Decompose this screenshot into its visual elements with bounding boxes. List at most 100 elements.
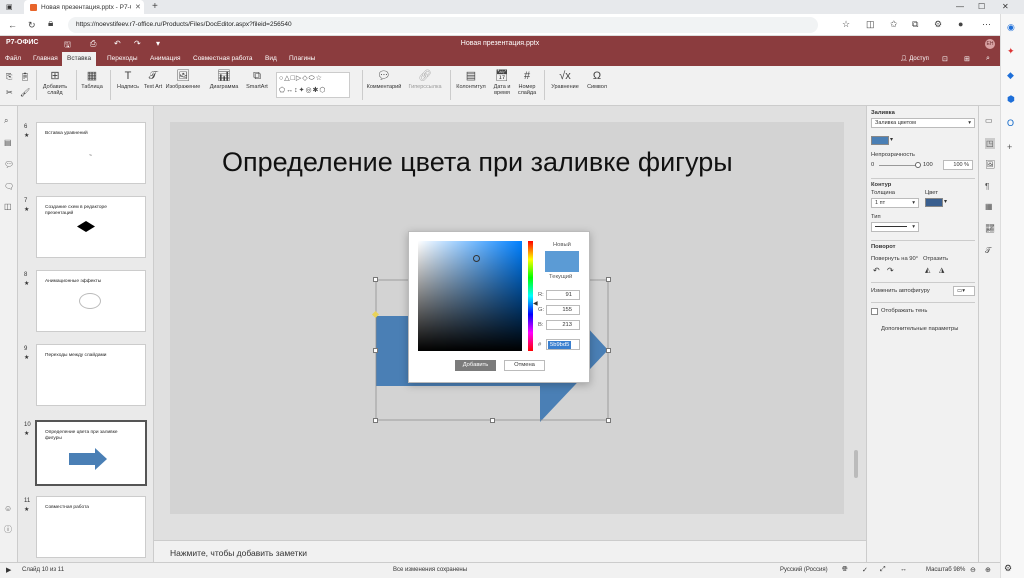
games-icon[interactable]: ⬢ [1007, 94, 1015, 105]
equation-button[interactable]: √x Уравнение [546, 70, 584, 90]
back-icon[interactable]: ← [8, 20, 17, 30]
avatar[interactable]: ЕН [985, 39, 995, 49]
tab-collaboration[interactable]: Совместная работа [188, 52, 257, 66]
resize-handle[interactable] [606, 348, 611, 353]
slide-title[interactable]: Определение цвета при заливке фигуры [222, 146, 782, 178]
vertical-scrollbar[interactable] [854, 450, 858, 478]
search-icon[interactable]: ⌕ [986, 55, 990, 63]
resize-handle[interactable] [373, 418, 378, 423]
refresh-icon[interactable]: ↻ [28, 20, 36, 31]
copilot-icon[interactable]: ◉ [1007, 22, 1015, 33]
shape-settings-icon[interactable]: ◳ [985, 138, 995, 149]
save-icon[interactable]: 🖫︎ [64, 39, 71, 53]
favorites-icon[interactable]: ✩ [890, 19, 898, 30]
tab-insert[interactable]: Вставка [62, 52, 97, 66]
slide-thumbnail[interactable]: Переходы между слайдами [36, 344, 146, 406]
textart-settings-icon[interactable]: 𝒯 [985, 246, 991, 256]
advanced-settings-link[interactable]: Дополнительные параметры [881, 326, 958, 332]
notes-area[interactable]: Нажмите, чтобы добавить заметки [154, 540, 866, 562]
opacity-input[interactable]: 100 % [943, 160, 973, 170]
slides-icon[interactable]: ▤ [4, 138, 12, 147]
slide-thumbnail-selected[interactable]: Определение цвета при заливке фигуры [35, 420, 147, 486]
tab-file[interactable]: Файл [0, 52, 26, 66]
tab-transitions[interactable]: Переходы [102, 52, 143, 66]
slide-number-button[interactable]: # Номер слайда [514, 70, 540, 96]
image-settings-icon[interactable]: 🖼︎ [985, 160, 995, 169]
chart-settings-icon[interactable]: 📈︎ [985, 224, 995, 233]
opacity-slider[interactable] [879, 165, 919, 166]
zoom-out-icon[interactable]: ⊖ [970, 566, 976, 574]
autoshape-select[interactable]: ▭▾ [953, 286, 975, 296]
undo-icon[interactable]: ↶ [114, 39, 121, 48]
rotate-right-icon[interactable]: ↷ [887, 266, 894, 275]
slide-settings-icon[interactable]: ▭ [985, 116, 993, 125]
split-screen-icon[interactable]: ◫ [866, 19, 875, 30]
slide-thumbnail[interactable]: Совместная работа [36, 496, 146, 558]
resize-handle[interactable] [373, 277, 378, 282]
tab-animation[interactable]: Анимация [145, 52, 186, 66]
textbox-button[interactable]: T Надпись [114, 70, 142, 90]
red-input[interactable]: 91 [546, 290, 580, 300]
shapes-gallery[interactable]: ○△□▷◇⬭☆ ⬠↔↕✦◎✱⬡ [276, 72, 350, 98]
resize-handle[interactable] [606, 418, 611, 423]
stroke-type-select[interactable]: ▾ [871, 222, 919, 232]
more-icon[interactable]: ⋯ [982, 19, 991, 30]
textart-button[interactable]: 𝒯 Text Art [142, 70, 164, 90]
lock-icon[interactable]: 🔒︎ [48, 18, 53, 29]
browser-tab[interactable]: Новая презентация.pptx - Р7-О ✕ [24, 0, 144, 14]
paragraph-settings-icon[interactable]: ¶ [985, 182, 989, 191]
hyperlink-button[interactable]: 🔗︎ Гиперссылка [404, 70, 446, 90]
tab-plugins[interactable]: Плагины [284, 52, 320, 66]
new-tab-button[interactable]: + [152, 1, 158, 12]
format-painter-icon[interactable]: 🖌︎ [20, 88, 30, 97]
extensions-icon[interactable]: ⚙ [934, 19, 942, 30]
fit-slide-icon[interactable]: ⤢ [880, 566, 886, 574]
table-settings-icon[interactable]: ▦ [985, 202, 993, 211]
saturation-value-area[interactable] [418, 241, 522, 351]
expand-icon[interactable]: ⊞ [964, 55, 970, 63]
close-tab-icon[interactable]: ✕ [135, 3, 141, 11]
fit-width-icon[interactable]: ↔ [900, 566, 907, 573]
search-icon[interactable]: ⌕ [4, 116, 8, 126]
hue-slider[interactable] [528, 241, 533, 351]
close-window-icon[interactable]: ✕ [1002, 2, 1009, 11]
chart-button[interactable]: 📊︎ Диаграмма [204, 70, 244, 90]
stroke-color-swatch[interactable] [925, 198, 943, 207]
smartart-button[interactable]: ⧉ SmartArt [242, 70, 272, 90]
opacity-slider-handle[interactable] [915, 162, 921, 168]
color-cursor[interactable] [473, 255, 480, 262]
info-icon[interactable]: ⓘ [4, 524, 12, 535]
globe-icon[interactable]: 🌐︎ [842, 566, 848, 574]
cancel-button[interactable]: Отмена [504, 360, 545, 371]
add-icon[interactable]: + [1007, 142, 1012, 152]
blue-input[interactable]: 213 [546, 320, 580, 330]
datetime-button[interactable]: 📅︎ Дата и время [490, 70, 514, 96]
fill-color-swatch[interactable] [871, 136, 889, 145]
shadow-checkbox[interactable] [871, 308, 878, 315]
open-location-icon[interactable]: ⊡ [942, 55, 948, 63]
chevron-down-icon[interactable]: ▾ [890, 136, 893, 143]
flip-vertical-icon[interactable]: ◮ [939, 266, 944, 274]
comments-icon[interactable]: 💬︎ [4, 160, 14, 169]
zoom-in-icon[interactable]: ⊕ [985, 566, 991, 574]
tab-home[interactable]: Главная [28, 52, 63, 66]
tab-view[interactable]: Вид [260, 52, 282, 66]
table-button[interactable]: ▦ Таблица [78, 70, 106, 90]
stroke-width-select[interactable]: 1 пт ▾ [871, 198, 919, 208]
resize-handle[interactable] [606, 277, 611, 282]
hex-input[interactable]: 5b9bd5 [546, 339, 580, 350]
tools-icon[interactable]: ✦ [1007, 46, 1015, 57]
header-footer-button[interactable]: ▤ Колонтитул [452, 70, 490, 90]
outlook-icon[interactable]: O [1007, 118, 1014, 128]
settings-icon[interactable]: ⚙ [1004, 563, 1012, 574]
collections-icon[interactable]: ⧉ [912, 19, 918, 30]
redo-icon[interactable]: ↷ [134, 39, 141, 48]
hue-slider-handle[interactable]: ◀ [533, 300, 538, 307]
add-slide-button[interactable]: ⊞ Добавить слайд [38, 70, 72, 96]
fill-type-select[interactable]: Заливка цветом ▾ [871, 118, 975, 128]
resize-handle[interactable] [373, 348, 378, 353]
favorite-star-icon[interactable]: ☆ [842, 19, 850, 30]
add-button[interactable]: Добавить [455, 360, 496, 371]
print-icon[interactable]: ⎙ [90, 39, 96, 49]
paste-icon[interactable]: 📋︎ [20, 72, 30, 81]
